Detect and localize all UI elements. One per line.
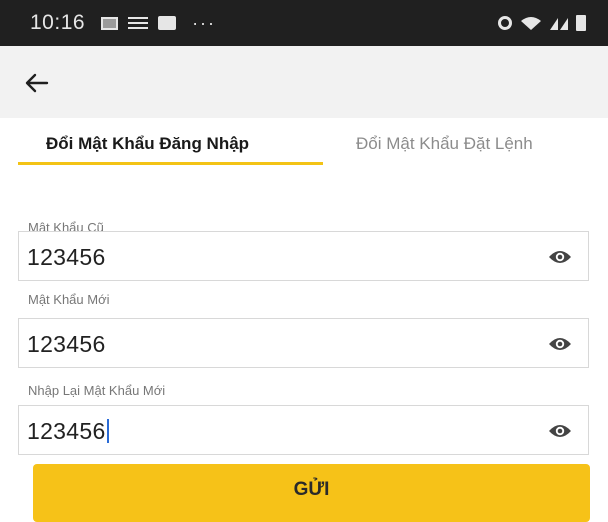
wifi-icon [521, 17, 541, 30]
status-system-icons [498, 15, 586, 31]
status-time: 10:16 [30, 11, 86, 34]
alarm-icon [498, 16, 512, 30]
signal-icon [550, 18, 568, 30]
eye-icon[interactable] [548, 334, 572, 354]
arrow-left-icon [25, 73, 49, 93]
confirm-password-field[interactable]: 123456 [18, 405, 589, 455]
active-tab-indicator [18, 162, 323, 165]
message-notification-icon [158, 16, 177, 30]
app-bar [0, 46, 608, 118]
new-password-field[interactable]: 123456 [18, 318, 589, 368]
image-notification-icon [101, 16, 119, 30]
submit-button[interactable]: GỬI [33, 464, 590, 522]
back-button[interactable] [20, 68, 54, 98]
text-cursor [106, 419, 109, 443]
eye-icon[interactable] [548, 421, 572, 441]
old-password-field[interactable]: 123456 [18, 231, 589, 281]
new-password-label: Mật Khẩu Mới [28, 292, 110, 307]
battery-icon [576, 15, 586, 31]
confirm-password-value: 123456 [27, 418, 109, 445]
status-notification-icons: ··· [101, 14, 216, 32]
eye-icon[interactable] [548, 247, 572, 267]
confirm-password-text: 123456 [27, 418, 106, 444]
confirm-password-label: Nhập Lại Mật Khẩu Mới [28, 383, 166, 398]
status-bar: 10:16 ··· [0, 0, 608, 46]
tab-change-order-password[interactable]: Đổi Mật Khẩu Đặt Lệnh [356, 118, 533, 170]
list-notification-icon [128, 17, 149, 29]
more-notifications-icon: ··· [192, 13, 217, 33]
new-password-value: 123456 [27, 331, 106, 357]
old-password-value: 123456 [27, 244, 106, 270]
